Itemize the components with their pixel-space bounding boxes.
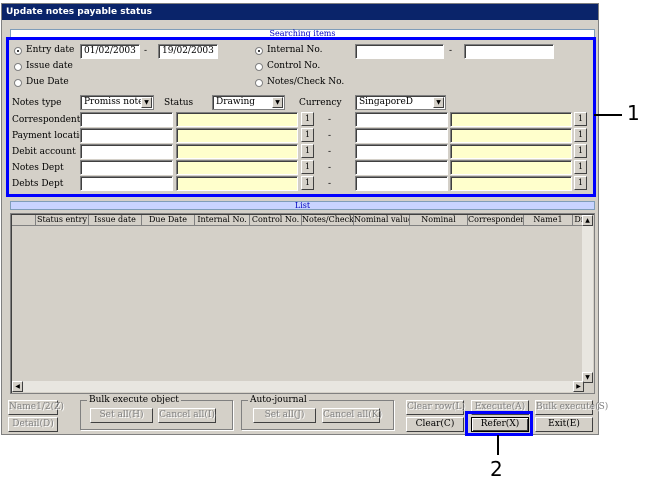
scroll-up-icon[interactable]: ▲ — [582, 215, 593, 226]
cancel-all-k-button[interactable]: Cancel all(K) — [322, 408, 382, 423]
column-header[interactable]: Due Date — [142, 215, 195, 226]
callout-1: 1 — [627, 101, 640, 125]
exit-button[interactable]: Exit(E) — [535, 417, 593, 432]
horizontal-scrollbar[interactable]: ◀ ▶ — [12, 381, 584, 392]
callout-1-line — [594, 114, 622, 116]
scroll-left-icon[interactable]: ◀ — [12, 381, 23, 392]
name12-button[interactable]: Name1/2(Z) — [8, 400, 64, 415]
detail-button[interactable]: Detail(D) — [8, 417, 58, 432]
column-header[interactable]: Corresponden — [468, 215, 524, 226]
window-title: Update notes payable status — [2, 4, 598, 20]
column-header[interactable]: Internal No. — [195, 215, 250, 226]
clear-button[interactable]: Clear(C) — [406, 417, 464, 432]
column-header[interactable]: Issue date — [89, 215, 142, 226]
refer-button-highlight — [465, 411, 533, 436]
set-all-h-button[interactable]: Set all(H) — [90, 408, 153, 423]
callout-2-line — [497, 435, 499, 455]
vertical-scrollbar[interactable]: ▲ ▼ — [582, 215, 593, 383]
cancel-all-i-button[interactable]: Cancel all(I) — [158, 408, 216, 423]
set-all-j-button[interactable]: Set all(J) — [253, 408, 316, 423]
bulk-execute-group-title: Bulk execute object — [87, 395, 181, 405]
column-header[interactable]: Nominal — [410, 215, 468, 226]
column-header-spacer — [12, 215, 36, 226]
auto-journal-group-title: Auto-journal — [248, 395, 309, 405]
scroll-right-icon[interactable]: ▶ — [573, 381, 584, 392]
column-header[interactable]: Name1 — [524, 215, 573, 226]
column-header[interactable]: Nominal value — [354, 215, 410, 226]
column-header[interactable]: Status entry — [36, 215, 89, 226]
list-section-header: List — [10, 201, 595, 210]
clear-row-button[interactable]: Clear row(L) — [406, 400, 465, 415]
column-header[interactable]: Notes/Check — [302, 215, 354, 226]
bulk-execute-button[interactable]: Bulk execute(S) — [535, 400, 608, 415]
column-header[interactable]: Control No. — [250, 215, 302, 226]
results-list[interactable]: Status entry Issue date Due Date Internal N… — [10, 213, 595, 394]
callout-2: 2 — [490, 457, 503, 481]
search-area-highlight — [6, 37, 596, 197]
main-window: Update notes payable status Searching it… — [1, 3, 608, 436]
